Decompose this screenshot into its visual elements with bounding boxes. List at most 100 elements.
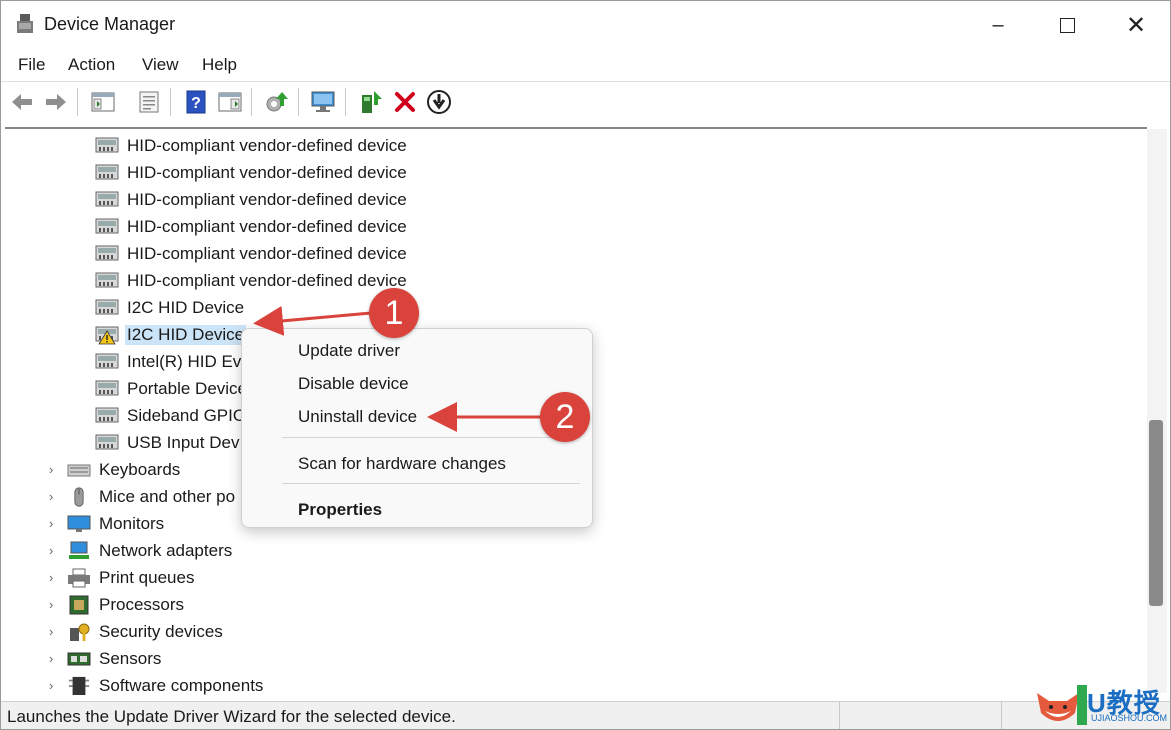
expand-chevron-icon[interactable]: › bbox=[49, 672, 59, 695]
expand-chevron-icon[interactable]: › bbox=[49, 537, 59, 564]
view-button[interactable] bbox=[216, 88, 244, 116]
device-tree-item[interactable]: HID-compliant vendor-defined device bbox=[95, 132, 407, 159]
device-category-label: Network adapters bbox=[99, 540, 233, 560]
device-category-item[interactable]: Network adapters bbox=[67, 537, 232, 564]
device-tree-item[interactable]: HID-compliant vendor-defined device bbox=[95, 267, 407, 294]
device-category-item[interactable]: Processors bbox=[67, 591, 184, 618]
menu-help[interactable]: Help bbox=[202, 55, 237, 75]
expand-chevron-icon[interactable]: › bbox=[49, 591, 59, 618]
device-tree-item-label: Portable Device bbox=[127, 378, 248, 398]
device-tree-item-label: HID-compliant vendor-defined device bbox=[127, 243, 407, 263]
device-tree-item-label: Intel(R) HID Eve bbox=[127, 351, 251, 371]
properties-menu-item[interactable]: Properties bbox=[298, 500, 382, 520]
device-tree-item[interactable]: Portable Device bbox=[95, 375, 247, 402]
device-tree-item[interactable]: Sideband GPIO bbox=[95, 402, 246, 429]
expand-chevron-icon[interactable]: › bbox=[49, 618, 59, 645]
update-driver-menu-item[interactable]: Update driver bbox=[298, 341, 400, 361]
scan-hardware-menu-item[interactable]: Scan for hardware changes bbox=[298, 454, 506, 474]
hid-device-icon bbox=[95, 217, 119, 237]
title-bar: Device Manager – ✕ bbox=[1, 1, 1170, 49]
menu-separator bbox=[282, 483, 580, 484]
device-category-item[interactable]: Software components bbox=[67, 672, 263, 695]
callout-2: 2 bbox=[540, 392, 590, 442]
properties-button[interactable] bbox=[135, 88, 163, 116]
hid-device-icon bbox=[95, 298, 119, 318]
expand-chevron-icon[interactable]: › bbox=[49, 483, 59, 510]
device-category-item[interactable]: Keyboards bbox=[67, 456, 180, 483]
expand-chevron-icon[interactable]: › bbox=[49, 456, 59, 483]
update-driver-icon bbox=[266, 92, 288, 112]
uninstall-device-button[interactable] bbox=[391, 88, 419, 116]
minimize-button[interactable]: – bbox=[963, 1, 1033, 49]
svg-text:?: ? bbox=[191, 95, 201, 112]
menu-separator bbox=[282, 437, 580, 438]
forward-button[interactable] bbox=[42, 88, 70, 116]
enable-device-icon bbox=[362, 91, 382, 113]
properties-icon bbox=[139, 91, 159, 113]
device-tree-item[interactable]: HID-compliant vendor-defined device bbox=[95, 240, 407, 267]
device-tree-item[interactable]: HID-compliant vendor-defined device bbox=[95, 186, 407, 213]
watermark-subtext: UJIAOSHOU.COM bbox=[1091, 713, 1168, 723]
maximize-icon bbox=[1059, 17, 1075, 33]
back-button[interactable] bbox=[8, 88, 36, 116]
menu-action[interactable]: Action bbox=[68, 55, 115, 75]
back-icon bbox=[12, 94, 32, 110]
hid-device-icon bbox=[95, 433, 119, 453]
device-category-label: Mice and other po bbox=[99, 486, 236, 506]
menu-file[interactable]: File bbox=[18, 55, 45, 75]
device-tree-item-label: HID-compliant vendor-defined device bbox=[127, 162, 407, 182]
device-category-item[interactable]: Monitors bbox=[67, 510, 164, 537]
device-category-item[interactable]: Print queues bbox=[67, 564, 194, 591]
hid-device-icon bbox=[95, 244, 119, 264]
device-tree-item[interactable]: Intel(R) HID Eve bbox=[95, 348, 251, 375]
device-category-item[interactable]: Sensors bbox=[67, 645, 161, 672]
show-hide-console-tree-icon bbox=[91, 92, 115, 112]
device-tree-item[interactable]: I2C HID Device bbox=[95, 294, 244, 321]
scan-hardware-button[interactable] bbox=[310, 88, 338, 116]
uninstall-device-menu-item[interactable]: Uninstall device bbox=[298, 407, 417, 427]
enable-device-button[interactable] bbox=[357, 88, 385, 116]
sensor-icon bbox=[67, 649, 91, 669]
minimize-icon: – bbox=[992, 13, 1004, 36]
expand-chevron-icon[interactable]: › bbox=[49, 564, 59, 591]
expand-chevron-icon[interactable]: › bbox=[49, 645, 59, 672]
device-tree-item-label: HID-compliant vendor-defined device bbox=[127, 270, 407, 290]
device-tree-item-label: HID-compliant vendor-defined device bbox=[127, 189, 407, 209]
show-hide-console-tree-button[interactable] bbox=[89, 88, 117, 116]
device-tree-item[interactable]: HID-compliant vendor-defined device bbox=[95, 159, 407, 186]
scrollbar-thumb[interactable] bbox=[1149, 420, 1163, 606]
device-category-item[interactable]: Mice and other po bbox=[67, 483, 235, 510]
device-tree-item[interactable]: I2C HID Device bbox=[95, 321, 247, 348]
hid-device-icon bbox=[95, 406, 119, 426]
device-category-item[interactable]: Security devices bbox=[67, 618, 223, 645]
device-manager-app-icon bbox=[17, 14, 33, 33]
hid-device-icon bbox=[95, 352, 119, 372]
device-category-label: Sensors bbox=[99, 648, 162, 668]
device-manager-window: Device Manager – ✕ File Action View Help… bbox=[0, 0, 1171, 730]
close-button[interactable]: ✕ bbox=[1101, 1, 1170, 49]
update-driver-button[interactable] bbox=[263, 88, 291, 116]
device-category-label: Software components bbox=[99, 675, 264, 695]
menu-view[interactable]: View bbox=[142, 55, 179, 75]
window-title: Device Manager bbox=[44, 14, 176, 34]
expand-chevron-icon[interactable]: › bbox=[49, 510, 59, 537]
vertical-scrollbar[interactable] bbox=[1147, 129, 1167, 693]
disable-device-button[interactable] bbox=[425, 88, 453, 116]
help-button[interactable]: ? bbox=[182, 88, 210, 116]
hid-warning-icon bbox=[95, 325, 119, 345]
device-tree-item[interactable]: USB Input Dev bbox=[95, 429, 239, 456]
device-category-label: Security devices bbox=[99, 621, 223, 641]
device-tree-item[interactable]: HID-compliant vendor-defined device bbox=[95, 213, 407, 240]
forward-icon bbox=[46, 94, 66, 110]
help-icon: ? bbox=[186, 90, 206, 114]
maximize-button[interactable] bbox=[1032, 1, 1102, 49]
network-adapter-icon bbox=[67, 541, 91, 561]
green-bar-icon bbox=[1077, 685, 1087, 725]
uninstall-icon bbox=[395, 92, 415, 112]
device-tree-item-label: USB Input Dev bbox=[127, 432, 240, 452]
hid-device-icon bbox=[95, 136, 119, 156]
disable-device-menu-item[interactable]: Disable device bbox=[298, 374, 409, 394]
monitor-icon bbox=[67, 514, 91, 534]
security-key-icon bbox=[67, 622, 91, 642]
disable-device-icon bbox=[427, 90, 451, 114]
